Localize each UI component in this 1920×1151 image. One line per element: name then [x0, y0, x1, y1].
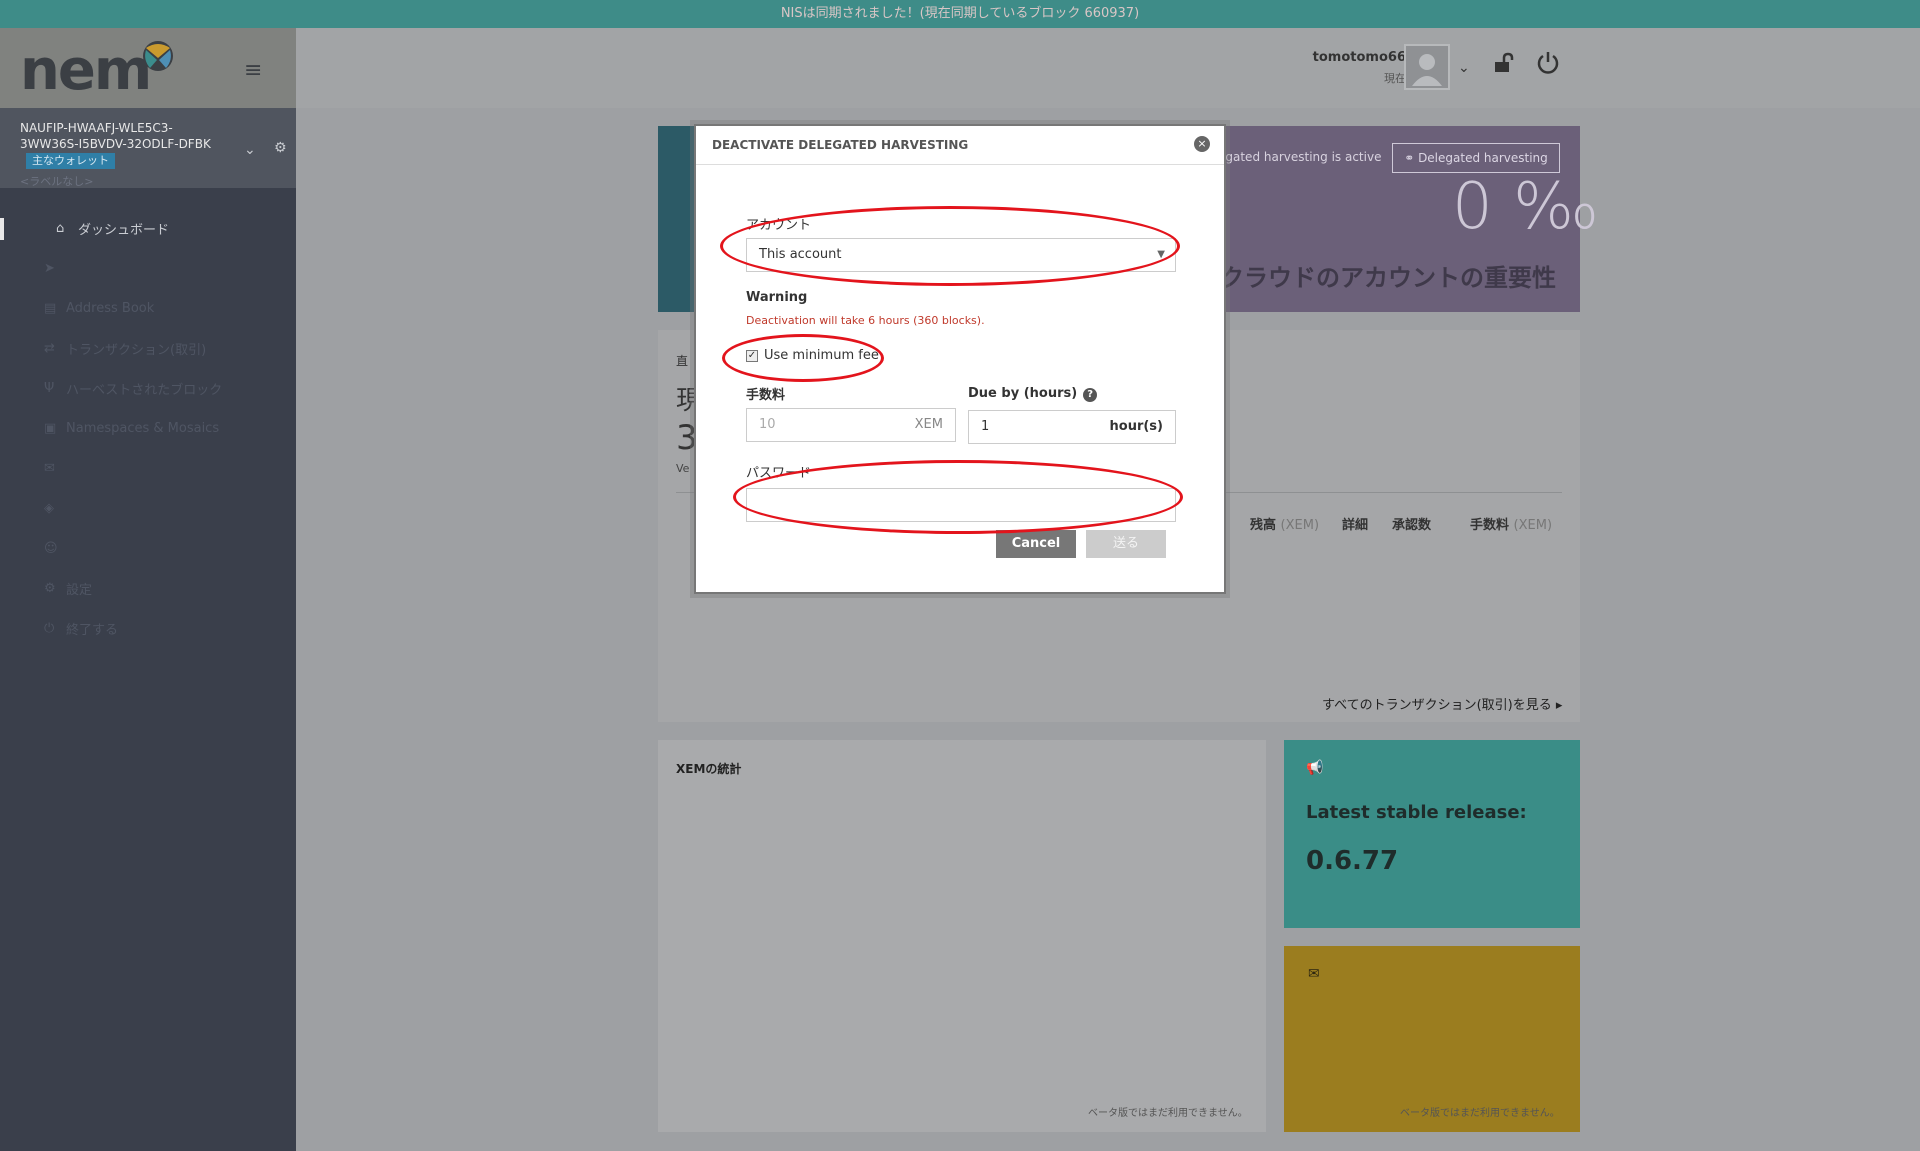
release-title: Latest stable release: — [1306, 802, 1527, 823]
caret-right-icon: ▸ — [1555, 698, 1563, 713]
sidebar-item-account[interactable]: ☺ — [0, 528, 296, 568]
release-card — [1284, 740, 1580, 928]
envelope-icon: ✉ — [44, 460, 55, 476]
sidebar-item-tags[interactable]: ◈ — [0, 488, 296, 528]
sidebar-item-label: トランザクション(取引) — [66, 342, 207, 358]
user-status: 現在 — [1384, 72, 1406, 85]
tag-icon: ◈ — [44, 500, 54, 516]
sidebar-item-label: ダッシュボード — [78, 222, 170, 238]
column-fee: 手数料 (XEM) — [1470, 518, 1553, 533]
sidebar-item-dashboard[interactable]: ⌂ ダッシュボード — [0, 208, 296, 248]
divider — [696, 164, 1224, 165]
sidebar-item-label: 終了する — [66, 622, 119, 638]
sidebar-item-send[interactable]: ➤ — [0, 248, 296, 288]
importance-label: クラウドのアカウントの重要性 — [1220, 264, 1556, 292]
sidebar-item-address-book[interactable]: ▤ Address Book — [0, 288, 296, 328]
sidebar-item-messages[interactable]: ✉ — [0, 448, 296, 488]
top-header: tomotomo66 現在 ⌄ — [296, 28, 1920, 108]
nem-logo-mark-icon — [143, 41, 173, 71]
see-all-transactions-link[interactable]: すべてのトランザクション(取引)を見る ▸ — [1322, 694, 1562, 713]
power-icon: ⏻ — [44, 620, 55, 636]
wallet-selector[interactable]: NAUFIP-HWAAFJ-WLE5C3-3WW36S-I5BVDV-32ODL… — [0, 108, 296, 188]
nem-logo: nem — [20, 38, 152, 103]
gear-icon[interactable]: ⚙ — [274, 140, 287, 156]
user-icon: ☺ — [44, 540, 58, 556]
delegated-status-text: egated harvesting is active — [1218, 150, 1382, 164]
cutlery-icon: Ψ — [44, 380, 55, 396]
envelope-icon: ✉ — [1308, 966, 1320, 982]
book-icon: ▤ — [44, 300, 57, 316]
sidebar-item-label: Namespaces & Mosaics — [66, 420, 220, 436]
sidebar-nav: ⌂ ダッシュボード ➤ ▤ Address Book ⇄ トランザクション(取引) Ψ… — [0, 208, 296, 648]
annotation-account — [720, 206, 1180, 286]
sidebar-item-logout[interactable]: ⏻ 終了する — [0, 608, 296, 648]
menu-toggle-icon[interactable]: ≡ — [244, 58, 262, 83]
release-version: 0.6.77 — [1306, 846, 1399, 876]
chevron-down-icon[interactable]: ⌄ — [1458, 60, 1470, 76]
username: tomotomo66 — [1312, 50, 1406, 65]
beta-note: ベータ版ではまだ利用できません。 — [1400, 1108, 1560, 1119]
briefcase-icon: ▣ — [44, 420, 57, 436]
avatar[interactable] — [1404, 44, 1450, 90]
modal-title: DEACTIVATE DELEGATED HARVESTING — [712, 138, 969, 152]
column-details: 詳細 — [1342, 518, 1369, 533]
due-input[interactable]: 1 hour(s) — [968, 410, 1176, 444]
bullhorn-icon: 📢 — [1306, 760, 1324, 776]
sidebar-item-label: Address Book — [66, 300, 155, 316]
fee-input[interactable]: 10 XEM — [746, 408, 956, 442]
chevron-down-icon[interactable]: ⌄ — [244, 142, 256, 158]
sidebar-item-label: 設定 — [66, 582, 93, 598]
sidebar-item-harvested-blocks[interactable]: Ψ ハーベストされたブロック — [0, 368, 296, 408]
sidebar-item-namespaces[interactable]: ▣ Namespaces & Mosaics — [0, 408, 296, 448]
stats-title: XEMの統計 — [676, 762, 742, 776]
card-heading: 直 — [676, 354, 689, 368]
due-unit: hour(s) — [1109, 419, 1163, 434]
wallet-label: <ラベルなし> — [20, 175, 94, 188]
send-icon: ➤ — [44, 260, 55, 276]
gears-icon: ⚙ — [44, 580, 56, 596]
fee-unit: XEM — [914, 417, 943, 432]
sidebar: nem ≡ NAUFIP-HWAAFJ-WLE5C3-3WW36S-I5BVDV… — [0, 28, 296, 1151]
send-button[interactable]: 送る — [1086, 530, 1166, 558]
importance-value: 0 ‰ — [1452, 170, 1599, 244]
user-silhouette-icon — [1412, 54, 1442, 86]
cancel-button[interactable]: Cancel — [996, 530, 1076, 558]
warning-text: Deactivation will take 6 hours (360 bloc… — [746, 314, 985, 327]
delegated-harvesting-button[interactable]: ⚭ Delegated harvesting — [1392, 143, 1560, 173]
sidebar-item-label: ハーベストされたブロック — [66, 382, 223, 398]
unlock-icon[interactable] — [1492, 52, 1514, 79]
fee-label: 手数料 — [746, 388, 786, 403]
card-version: Ve — [676, 462, 690, 475]
sidebar-item-settings[interactable]: ⚙ 設定 — [0, 568, 296, 608]
home-icon: ⌂ — [56, 220, 65, 236]
column-confirmations: 承認数 — [1392, 518, 1432, 533]
column-balance: 残高 (XEM) — [1250, 518, 1320, 533]
help-icon[interactable]: ? — [1083, 388, 1098, 402]
beta-note: ベータ版ではまだ利用できません。 — [1088, 1108, 1248, 1119]
link-icon: ⚭ — [1404, 151, 1419, 165]
due-label: Due by (hours)? — [968, 386, 1098, 402]
primary-wallet-badge: 主なウォレット — [26, 153, 115, 169]
close-icon[interactable]: × — [1194, 136, 1210, 152]
power-icon[interactable] — [1536, 50, 1560, 80]
wallet-address: NAUFIP-HWAAFJ-WLE5C3-3WW36S-I5BVDV-32ODL… — [20, 121, 211, 151]
xem-stats-card — [658, 740, 1266, 1132]
sync-status-bar: NISは同期されました！(現在同期しているブロック 660937) — [0, 0, 1920, 28]
annotation-min-fee — [722, 334, 884, 382]
annotation-password — [733, 460, 1183, 534]
warning-label: Warning — [746, 290, 808, 305]
sidebar-item-transactions[interactable]: ⇄ トランザクション(取引) — [0, 328, 296, 368]
logo-area: nem ≡ — [0, 28, 296, 108]
exchange-icon: ⇄ — [44, 340, 55, 356]
